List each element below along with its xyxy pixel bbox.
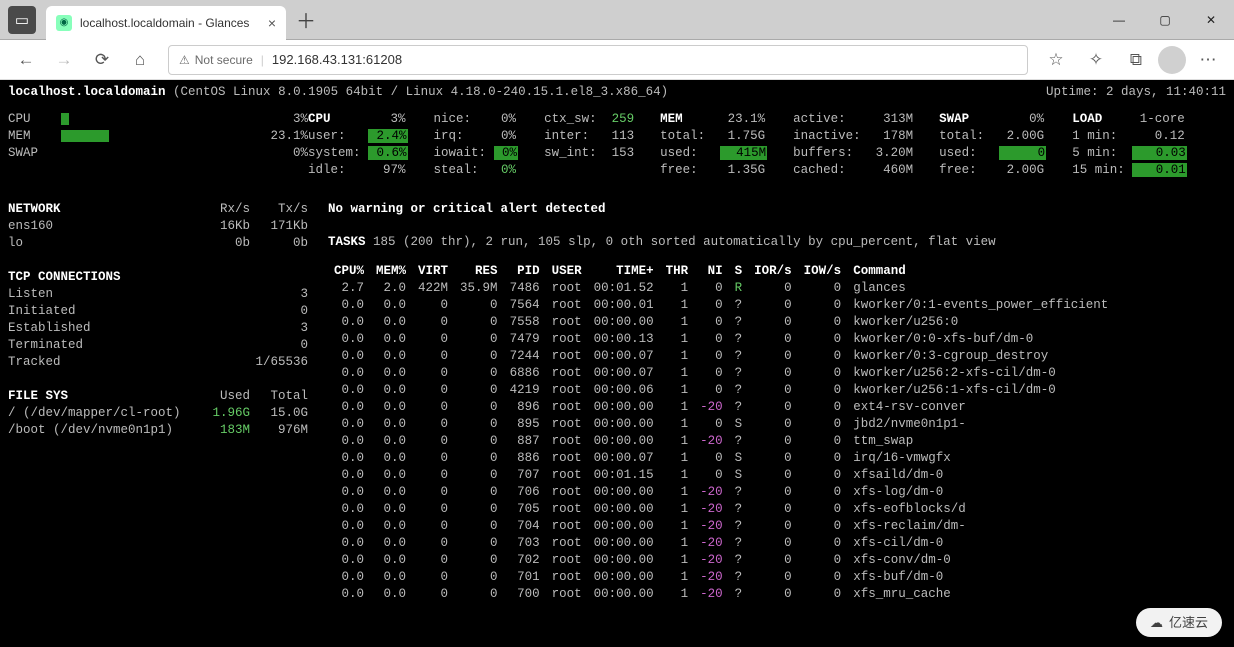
- sum-mem-pct: 23.1%: [270, 128, 308, 145]
- proc-row[interactable]: 0.00.000705root00:00.001-20?00xfs-eofblo…: [328, 501, 1114, 518]
- proc-row[interactable]: 0.00.0007564root00:00.0110?00kworker/0:1…: [328, 297, 1114, 314]
- cpu-block-c: ctx_sw: 259inter: 113sw_int: 153: [544, 111, 634, 179]
- refresh-button[interactable]: ⟳: [84, 44, 120, 76]
- filesys-header: FILE SYS Used Total: [8, 388, 308, 405]
- sum-cpu-label: CPU: [8, 112, 31, 126]
- hostname: localhost.localdomain: [8, 85, 166, 99]
- proc-col-cpu-[interactable]: CPU%: [328, 263, 370, 280]
- proc-col-ior-s[interactable]: IOR/s: [748, 263, 798, 280]
- proc-col-ni[interactable]: NI: [694, 263, 729, 280]
- mem-block-b: active: 313Minactive: 178Mbuffers: 3.20M…: [793, 111, 913, 179]
- proc-row[interactable]: 0.00.000707root00:01.1510S00xfsaild/dm-0: [328, 467, 1114, 484]
- new-tab-button[interactable]: ＋: [292, 6, 320, 34]
- proc-row[interactable]: 0.00.000703root00:00.001-20?00xfs-cil/dm…: [328, 535, 1114, 552]
- proc-col-pid[interactable]: PID: [504, 263, 546, 280]
- sum-cpu-bar: [61, 113, 69, 125]
- back-button[interactable]: ←: [8, 44, 44, 76]
- tcp-header: TCP CONNECTIONS: [8, 269, 308, 286]
- proc-row[interactable]: 0.00.000896root00:00.001-20?00ext4-rsv-c…: [328, 399, 1114, 416]
- swap-block: SWAP 0%total: 2.00Gused: 0free: 2.00G: [939, 111, 1046, 179]
- proc-row[interactable]: 0.00.0007479root00:00.1310?00kworker/0:0…: [328, 331, 1114, 348]
- proc-row[interactable]: 0.00.0004219root00:00.0610?00kworker/u25…: [328, 382, 1114, 399]
- sum-mem-bar: [61, 130, 109, 142]
- home-button[interactable]: ⌂: [122, 44, 158, 76]
- tab-favicon-icon: ◉: [56, 15, 72, 31]
- not-secure-icon: ⚠: [179, 53, 190, 67]
- fs-row: / (/dev/mapper/cl-root)1.96G15.0G: [8, 405, 308, 422]
- summary-bars: CPU 3% MEM 23.1% SWAP 0%: [8, 111, 308, 179]
- not-secure-label: Not secure: [195, 53, 253, 67]
- proc-col-command[interactable]: Command: [847, 263, 1114, 280]
- browser-tab[interactable]: ◉ localhost.localdomain - Glances ×: [46, 6, 286, 40]
- uptime-label: Uptime:: [1046, 85, 1099, 99]
- tcp-row: Listen3: [8, 286, 308, 303]
- proc-col-s[interactable]: S: [729, 263, 749, 280]
- window-close-button[interactable]: ✕: [1188, 0, 1234, 40]
- load-block: LOAD 1-core1 min: 0.125 min: 0.0315 min:…: [1072, 111, 1187, 179]
- watermark: ☁ 亿速云: [1136, 608, 1222, 637]
- proc-col-thr[interactable]: THR: [660, 263, 695, 280]
- mem-block-a: MEM 23.1%total: 1.75Gused: 415Mfree: 1.3…: [660, 111, 767, 179]
- proc-col-time-[interactable]: TIME+: [588, 263, 660, 280]
- tasks-line: TASKS 185 (200 thr), 2 run, 105 slp, 0 o…: [328, 234, 1226, 251]
- extensions-button[interactable]: ⧉: [1118, 44, 1154, 76]
- proc-row[interactable]: 0.00.000702root00:00.001-20?00xfs-conv/d…: [328, 552, 1114, 569]
- tab-close-icon[interactable]: ×: [268, 15, 276, 31]
- proc-row[interactable]: 0.00.000895root00:00.0010S00jbd2/nvme0n1…: [328, 416, 1114, 433]
- sum-mem-label: MEM: [8, 129, 31, 143]
- tcp-row: Terminated0: [8, 337, 308, 354]
- proc-row[interactable]: 0.00.000700root00:00.001-20?00xfs_mru_ca…: [328, 586, 1114, 603]
- cloud-icon: ☁: [1150, 614, 1163, 631]
- proc-col-iow-s[interactable]: IOW/s: [798, 263, 848, 280]
- glances-page: localhost.localdomain (CentOS Linux 8.0.…: [0, 80, 1234, 647]
- proc-col-res[interactable]: RES: [454, 263, 504, 280]
- window-maximize-button[interactable]: ▢: [1142, 0, 1188, 40]
- proc-row[interactable]: 2.72.0422M35.9M7486root00:01.5210R00glan…: [328, 280, 1114, 297]
- proc-col-virt[interactable]: VIRT: [412, 263, 454, 280]
- cpu-block-a: CPU 3%user: 2.4%system: 0.6%idle: 97%: [308, 111, 408, 179]
- proc-row[interactable]: 0.00.000701root00:00.001-20?00xfs-buf/dm…: [328, 569, 1114, 586]
- os-string: (CentOS Linux 8.0.1905 64bit / Linux 4.1…: [173, 85, 668, 99]
- proc-col-user[interactable]: USER: [546, 263, 588, 280]
- sum-cpu-pct: 3%: [293, 111, 308, 128]
- browser-toolbar: ← → ⟳ ⌂ ⚠Not secure | 192.168.43.131:612…: [0, 40, 1234, 80]
- tab-title: localhost.localdomain - Glances: [80, 16, 249, 30]
- tcp-row: Initiated0: [8, 303, 308, 320]
- sum-swap-label: SWAP: [8, 145, 38, 162]
- proc-row[interactable]: 0.00.000886root00:00.0710S00irq/16-vmwgf…: [328, 450, 1114, 467]
- profile-avatar[interactable]: [1158, 46, 1186, 74]
- cpu-block-b: nice: 0%irq: 0%iowait: 0%steal: 0%: [434, 111, 519, 179]
- tcp-row: Tracked1/65536: [8, 354, 308, 371]
- tcp-row: Established3: [8, 320, 308, 337]
- network-row: lo0b0b: [8, 235, 308, 252]
- menu-button[interactable]: ⋯: [1190, 44, 1226, 76]
- address-bar[interactable]: ⚠Not secure | 192.168.43.131:61208: [168, 45, 1028, 75]
- collections-button[interactable]: ✧: [1078, 44, 1114, 76]
- proc-row[interactable]: 0.00.000704root00:00.001-20?00xfs-reclai…: [328, 518, 1114, 535]
- window-menu-icon[interactable]: ▭: [8, 6, 36, 34]
- sum-swap-pct: 0%: [293, 145, 308, 162]
- uptime-value: 2 days, 11:40:11: [1106, 85, 1226, 99]
- proc-row[interactable]: 0.00.0007558root00:00.0010?00kworker/u25…: [328, 314, 1114, 331]
- alert-line: No warning or critical alert detected: [328, 201, 1226, 218]
- proc-row[interactable]: 0.00.000887root00:00.001-20?00ttm_swap: [328, 433, 1114, 450]
- browser-titlebar: ▭ ◉ localhost.localdomain - Glances × ＋ …: [0, 0, 1234, 40]
- window-minimize-button[interactable]: —: [1096, 0, 1142, 40]
- network-row: ens16016Kb171Kb: [8, 218, 308, 235]
- url-text: 192.168.43.131:61208: [272, 52, 402, 67]
- process-table: CPU%MEM%VIRTRESPIDUSERTIME+THRNISIOR/sIO…: [328, 263, 1114, 603]
- favorites-button[interactable]: ☆: [1038, 44, 1074, 76]
- forward-button[interactable]: →: [46, 44, 82, 76]
- proc-row[interactable]: 0.00.0007244root00:00.0710?00kworker/0:3…: [328, 348, 1114, 365]
- network-header: NETWORK Rx/s Tx/s: [8, 201, 308, 218]
- proc-row[interactable]: 0.00.000706root00:00.001-20?00xfs-log/dm…: [328, 484, 1114, 501]
- proc-col-mem-[interactable]: MEM%: [370, 263, 412, 280]
- fs-row: /boot (/dev/nvme0n1p1)183M976M: [8, 422, 308, 439]
- proc-row[interactable]: 0.00.0006886root00:00.0710?00kworker/u25…: [328, 365, 1114, 382]
